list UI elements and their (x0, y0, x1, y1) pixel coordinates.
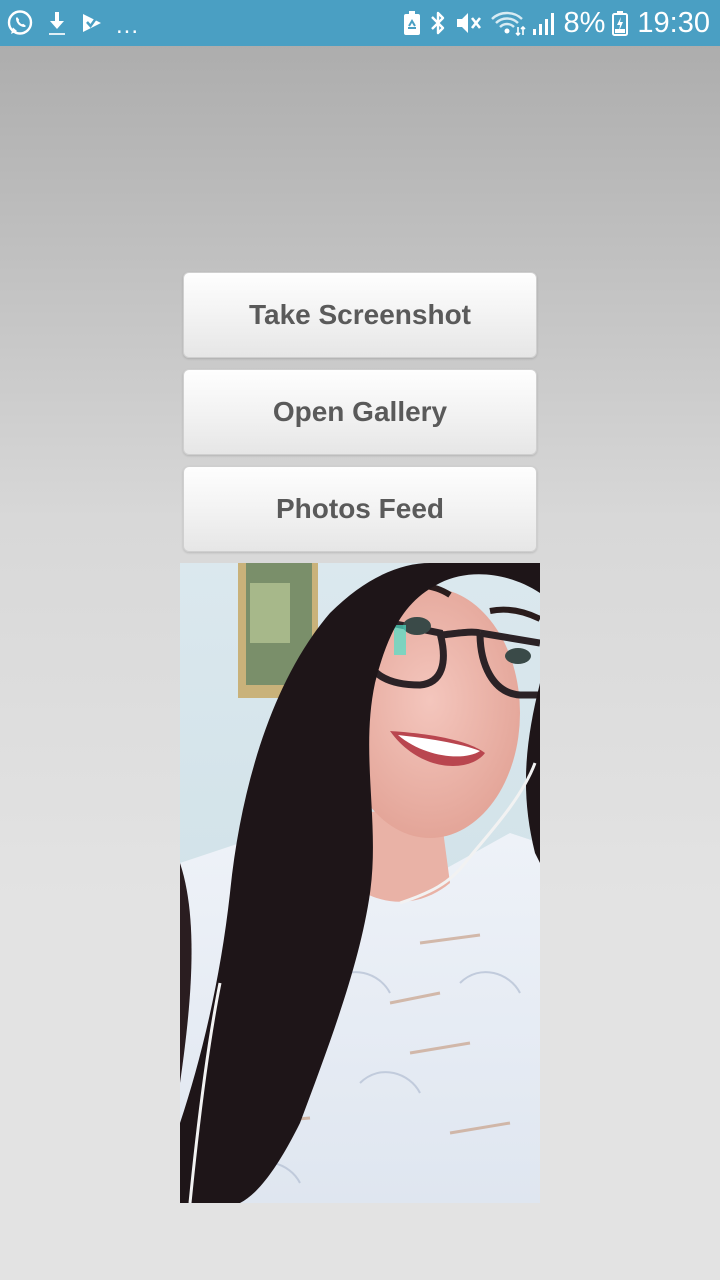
battery-percent: 8% (563, 6, 606, 39)
status-bar: ... 8% 19:30 (0, 0, 720, 46)
battery-saver-icon (402, 9, 422, 37)
photo-preview (180, 563, 540, 1203)
bluetooth-icon (428, 9, 448, 37)
app-screen: ... 8% 19:30 Take Screenshot Open Galler… (0, 0, 720, 1280)
selfie-photo (180, 563, 540, 1203)
check-flag-icon (80, 9, 104, 37)
battery-icon (611, 9, 629, 37)
wifi-icon (490, 9, 526, 37)
take-screenshot-button[interactable]: Take Screenshot (183, 272, 537, 358)
download-icon (46, 9, 68, 37)
clock: 19:30 (637, 6, 710, 39)
open-gallery-button[interactable]: Open Gallery (183, 369, 537, 455)
status-bar-notifications: ... (6, 7, 139, 39)
status-bar-system: 8% 19:30 (402, 5, 710, 41)
signal-icon (532, 9, 558, 37)
mute-icon (454, 9, 484, 37)
more-notifications-indicator: ... (116, 12, 140, 39)
photos-feed-button[interactable]: Photos Feed (183, 466, 537, 552)
whatsapp-icon (6, 9, 34, 37)
